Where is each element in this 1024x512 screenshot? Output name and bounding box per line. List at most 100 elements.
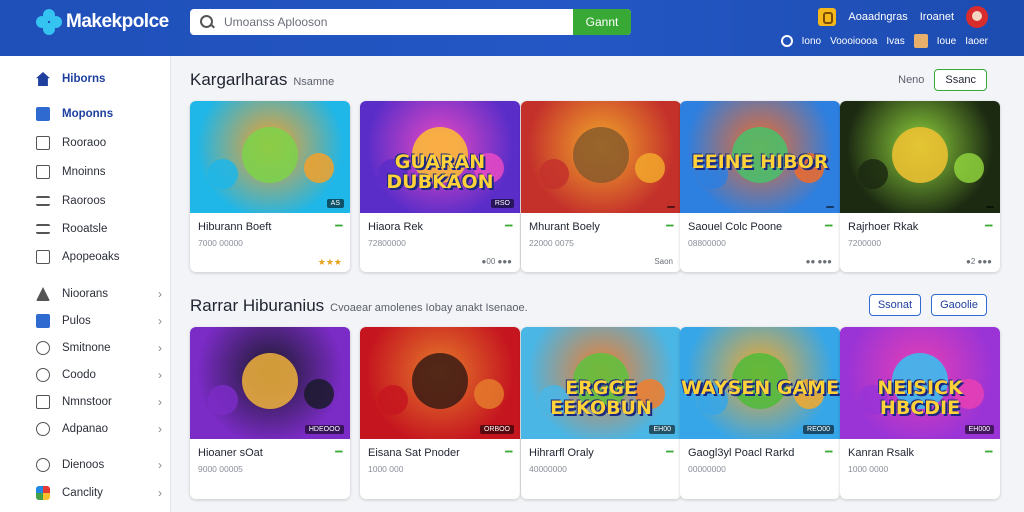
logo-icon [36, 9, 62, 35]
section-title-1: Kargarlharas Nsamne [190, 70, 334, 90]
character-art [208, 385, 238, 415]
character-art [304, 153, 334, 183]
game-card[interactable]: ORBOO Eisana Sat Pnoder ••••• 1000 000 [360, 327, 520, 499]
rating-dots: ••••• [334, 223, 343, 230]
globe-icon[interactable] [780, 35, 793, 47]
section-action-button[interactable]: Ssanc [934, 69, 987, 91]
box-icon [36, 250, 50, 264]
sidebar-item-8[interactable]: Pulos › [36, 311, 162, 331]
game-art-title: NEISICK HBCDIE [877, 377, 963, 419]
game-title[interactable]: Kanran Rsalk [848, 447, 914, 459]
game-meta: 00000000 [688, 464, 726, 474]
game-thumbnail[interactable]: NEISICK HBCDIE EH000 [840, 327, 1000, 439]
sidebar-item-12[interactable]: Adpanao › [36, 419, 162, 439]
sidebar-item-label: Adpanao [62, 423, 109, 435]
sidebar-item-7[interactable]: Nioorans › [36, 284, 162, 304]
game-thumbnail[interactable]: EEINE HIBOR [680, 101, 840, 213]
game-footer-stat: ●2 ●●● [966, 257, 992, 266]
triangle-icon [36, 287, 50, 301]
search-button[interactable]: Gannt [573, 9, 631, 35]
box-icon [36, 136, 50, 150]
header-link-0[interactable]: Aoaadngras [848, 11, 907, 23]
game-card[interactable]: NEISICK HBCDIE EH000 Kanran Rsalk ••••• 1000… [840, 327, 1000, 499]
game-title[interactable]: Rajrhoer Rkak [848, 221, 918, 233]
game-card[interactable]: HDEOOO Hioaner sOat ••••• 9000 00005 [190, 327, 350, 499]
sidebar-item-label: Apopeoaks [62, 251, 120, 263]
sidebar-item-1[interactable]: Moponns [36, 104, 162, 124]
game-card[interactable]: AS Hiburann Boeft ••••• 7000 00000 ★★★ [190, 101, 350, 272]
game-title[interactable]: Hihrarfl Oraly [529, 447, 594, 459]
section-action-button[interactable]: Ssonat [868, 294, 922, 316]
section-heading: Kargarlharas [190, 70, 288, 89]
checkbox-icon [36, 107, 50, 121]
header-sublink-4[interactable]: Iaoer [965, 36, 988, 47]
header-sublink-0[interactable]: Iono [802, 36, 821, 47]
game-title[interactable]: Hioaner sOat [198, 447, 263, 459]
section-link[interactable]: Neno [898, 74, 924, 86]
game-art-title: ERGGE EEKOBUN [550, 377, 652, 419]
game-title[interactable]: Hiburann Boeft [198, 221, 271, 233]
game-meta: 1000 000 [368, 464, 404, 474]
game-thumbnail[interactable]: WAYSEN GAME REO00 [680, 327, 840, 439]
thumbnail-badge: AS [326, 199, 344, 208]
sidebar-item-14[interactable]: Canclity › [36, 483, 162, 503]
game-card[interactable]: WAYSEN GAME REO00 Gaogl3yl Poacl Rarkd ••••… [680, 327, 840, 499]
sidebar-item-label: Mnoinns [62, 166, 106, 178]
header-sublink-3[interactable]: Ioue [937, 36, 956, 47]
avatar[interactable] [966, 6, 988, 28]
sidebar-item-home[interactable]: Hiborns [36, 69, 162, 89]
chevron-right-icon: › [158, 422, 162, 436]
game-thumbnail[interactable]: AS [190, 101, 350, 213]
game-thumbnail[interactable] [840, 101, 1000, 213]
game-title[interactable]: Gaogl3yl Poacl Rarkd [688, 447, 794, 459]
game-meta: 72800000 [368, 238, 406, 248]
header-link-1[interactable]: Iroanet [920, 11, 954, 23]
sidebar-item-9[interactable]: Smitnone › [36, 338, 162, 358]
thumbnail-badge [986, 206, 994, 208]
sidebar-item-3[interactable]: Mnoinns [36, 162, 162, 182]
game-thumbnail[interactable]: GUARAN DUBKAON RSO [360, 101, 520, 213]
game-footer-stat: ●00 ●●● [481, 257, 512, 266]
sidebar-item-label: Nmnstoor [62, 396, 112, 408]
section-2-actions: Ssonat Gaoolie [868, 294, 987, 316]
rating-dots: ••••• [504, 449, 513, 456]
game-thumbnail[interactable] [521, 101, 681, 213]
game-thumbnail[interactable]: HDEOOO [190, 327, 350, 439]
game-title[interactable]: Saouel Colc Poone [688, 221, 782, 233]
game-card[interactable]: GUARAN DUBKAON RSO Hiaora Rek ••••• 72800000… [360, 101, 520, 272]
section-action-button[interactable]: Gaoolie [931, 294, 987, 316]
character-art [474, 379, 504, 409]
game-card[interactable]: Mhurant Boely ••••• 22000 0075 Saon [521, 101, 681, 272]
header-sublink-2[interactable]: Ivas [886, 36, 904, 47]
search-input[interactable] [220, 9, 565, 35]
character-art [412, 353, 468, 409]
sidebar-item-10[interactable]: Coodo › [36, 365, 162, 385]
header-sublink-1[interactable]: Voooioooa [830, 36, 877, 47]
sidebar-item-11[interactable]: Nmnstoor › [36, 392, 162, 412]
header-account-area: Aoaadngras Iroanet [818, 6, 988, 28]
sidebar-item-6[interactable]: Apopeoaks [36, 247, 162, 267]
list-icon [36, 196, 50, 206]
sidebar-item-label: Smitnone [62, 342, 111, 354]
game-title[interactable]: Mhurant Boely [529, 221, 600, 233]
sidebar-item-5[interactable]: Rooatsle [36, 219, 162, 239]
circle-icon [36, 422, 50, 436]
character-art [242, 353, 298, 409]
sidebar-item-2[interactable]: Rooraoo [36, 133, 162, 153]
logo[interactable]: Makekpolce [36, 8, 169, 36]
search-icon [198, 9, 220, 35]
game-thumbnail[interactable]: ORBOO [360, 327, 520, 439]
game-card[interactable]: ERGGE EEKOBUN EH00 Hihrarfl Oraly ••••• 4000… [521, 327, 681, 499]
sidebar-item-13[interactable]: Dienoos › [36, 455, 162, 475]
game-title[interactable]: Hiaora Rek [368, 221, 423, 233]
game-thumbnail[interactable]: ERGGE EEKOBUN EH00 [521, 327, 681, 439]
rewards-icon[interactable] [818, 8, 837, 26]
game-title[interactable]: Eisana Sat Pnoder [368, 447, 460, 459]
game-footer-stat: ★★★ [317, 257, 342, 267]
character-art [573, 127, 629, 183]
sidebar-item-4[interactable]: Raoroos [36, 191, 162, 211]
chevron-right-icon: › [158, 368, 162, 382]
game-card[interactable]: EEINE HIBOR Saouel Colc Poone ••••• 0880000… [680, 101, 840, 272]
game-card[interactable]: Rajrhoer Rkak ••••• 7200000 ●2 ●●● [840, 101, 1000, 272]
profile-thumb-icon[interactable] [913, 34, 928, 48]
